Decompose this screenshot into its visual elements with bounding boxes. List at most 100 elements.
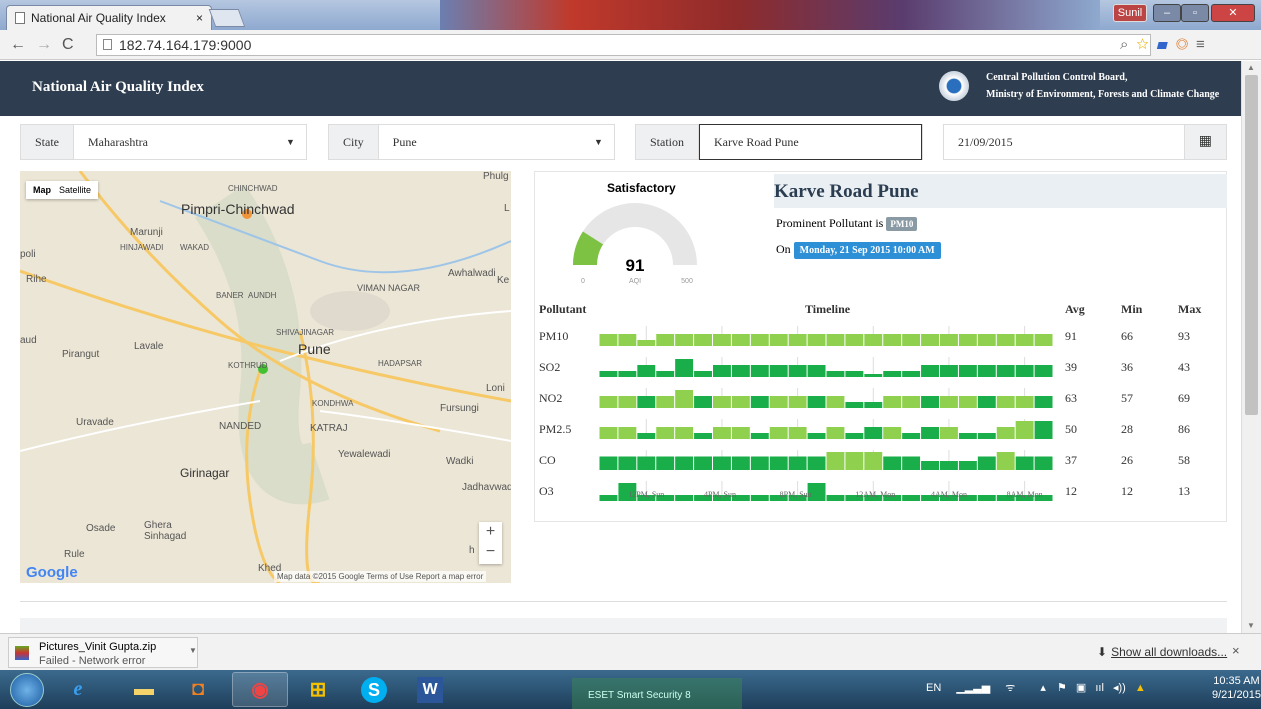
timeline-bar xyxy=(958,334,977,346)
minimize-button[interactable]: – xyxy=(1153,4,1181,22)
timeline-bar xyxy=(750,433,769,439)
timeline-bar xyxy=(637,433,656,439)
map-type-control[interactable]: Map Satellite xyxy=(26,181,99,199)
timeline-bar xyxy=(656,456,675,470)
power-icon[interactable]: ▣ xyxy=(1076,682,1086,694)
maximize-button[interactable]: ▫ xyxy=(1181,4,1209,22)
apps-icon[interactable]: ⊞ xyxy=(290,672,346,707)
extension-icon[interactable]: ▰ xyxy=(1157,36,1176,53)
city-value: Pune xyxy=(392,134,417,149)
page-scrollbar[interactable]: ▲ ▼ xyxy=(1241,61,1261,633)
word-icon[interactable]: W xyxy=(402,672,458,707)
signal-icon[interactable]: ııl xyxy=(1095,682,1104,694)
tab-title: National Air Quality Index xyxy=(31,11,166,25)
map-type-map[interactable]: Map xyxy=(33,185,51,195)
file-explorer-icon[interactable]: ▬ xyxy=(116,672,172,707)
extension-icon-2[interactable]: ◎ xyxy=(1176,36,1196,53)
pollutant-row[interactable]: SO2 39 36 43 xyxy=(539,357,1225,377)
map-label: Jadhavwad xyxy=(462,482,511,493)
timeline-bar xyxy=(883,427,902,439)
language-indicator[interactable]: EN xyxy=(926,682,941,694)
address-bar[interactable]: 182.74.164.179:9000 xyxy=(96,34,1151,56)
chrome-icon[interactable]: ◉ xyxy=(232,672,288,707)
drive-icon[interactable]: ▲ xyxy=(1135,682,1146,694)
zoom-in-button[interactable]: + xyxy=(479,522,502,542)
system-clock[interactable]: 10:35 AM 9/21/2015 xyxy=(1212,674,1261,702)
zoom-icon[interactable]: ⌕ xyxy=(1120,36,1136,53)
map-label: Wadki xyxy=(446,456,474,467)
city-select[interactable]: City Pune ▼ xyxy=(328,124,615,160)
reload-icon[interactable]: C xyxy=(62,36,74,54)
scroll-thumb[interactable] xyxy=(1245,75,1258,415)
volume-icon[interactable]: ◂)) xyxy=(1113,682,1126,694)
station-value: Karve Road Pune xyxy=(699,124,922,160)
map-attribution[interactable]: Map data ©2015 Google Terms of Use Repor… xyxy=(274,571,487,582)
show-all-downloads-link[interactable]: ⬇ Show all downloads... xyxy=(1097,645,1227,659)
close-downloads-icon[interactable]: × xyxy=(1232,643,1240,658)
system-tray[interactable]: EN ▁▂▃▅ ᯤ ▴ ⚑ ▣ ııl ◂)) ▲ xyxy=(926,680,1146,695)
pollutant-row[interactable]: NO2 63 57 69 xyxy=(539,388,1225,408)
timeline-bar xyxy=(618,396,637,408)
flag-icon[interactable]: ⚑ xyxy=(1057,682,1067,694)
timeline-bar xyxy=(826,334,845,346)
map-zoom-control[interactable]: + − xyxy=(479,522,502,564)
pollutant-row[interactable]: PM2.5 50 28 86 xyxy=(539,419,1225,439)
chevron-down-icon: ▼ xyxy=(286,137,295,147)
pollutant-min: 12 xyxy=(1121,484,1133,498)
date-picker[interactable]: 21/09/2015 ▦ xyxy=(943,124,1227,160)
pollutant-avg: 50 xyxy=(1065,422,1077,436)
profile-button[interactable]: Sunil xyxy=(1113,4,1147,22)
timeline-bar xyxy=(940,334,958,346)
timeline-bar xyxy=(694,433,712,439)
timeline-bar xyxy=(826,396,845,408)
back-icon[interactable]: ← xyxy=(10,36,26,54)
timeline-bar xyxy=(675,359,694,377)
timeline-bar xyxy=(750,495,769,501)
pollutant-row[interactable]: PM10 91 66 93 xyxy=(539,326,1225,346)
tab-close-icon[interactable]: × xyxy=(196,11,203,25)
timeline-chart xyxy=(599,419,1053,439)
station-select[interactable]: Station Karve Road Pune xyxy=(635,124,923,160)
map-label: KOTHRUD xyxy=(228,361,268,370)
toolbar-icons[interactable]: ⌕☆▰◎≡ xyxy=(1120,36,1213,53)
gauge-min: 0 xyxy=(581,278,585,285)
map-label: aud xyxy=(20,335,37,346)
timeline-bar xyxy=(864,334,883,346)
forward-icon[interactable]: → xyxy=(36,36,52,54)
download-item[interactable]: Pictures_Vinit Gupta.zip Failed - Networ… xyxy=(8,637,198,668)
state-select[interactable]: State Maharashtra ▼ xyxy=(20,124,307,160)
new-tab-button[interactable] xyxy=(208,9,246,27)
skype-icon[interactable]: S xyxy=(346,672,402,707)
chevron-down-icon[interactable]: ▼ xyxy=(189,646,197,655)
media-player-icon[interactable]: ◘ xyxy=(170,672,226,707)
map-label: Pimpri-Chinchwad xyxy=(181,201,295,217)
pollutant-avg: 12 xyxy=(1065,484,1077,498)
close-window-button[interactable]: ✕ xyxy=(1211,4,1255,22)
axis-label: 8AM, Mon xyxy=(1006,490,1043,499)
scroll-up-icon[interactable]: ▲ xyxy=(1247,63,1255,72)
tray-expand-icon[interactable]: ▴ xyxy=(1040,682,1046,694)
timeline-bar xyxy=(637,340,656,346)
wifi-icon[interactable]: ᯤ xyxy=(1005,682,1015,694)
calendar-icon[interactable]: ▦ xyxy=(1183,125,1226,159)
timeline-bar xyxy=(637,396,656,408)
timeline-bar xyxy=(1015,396,1034,408)
map-label: HADAPSAR xyxy=(378,359,423,368)
browser-tab[interactable]: National Air Quality Index × xyxy=(6,5,212,30)
timeline-bar xyxy=(845,433,864,439)
internet-explorer-icon[interactable]: e xyxy=(50,672,106,707)
zoom-out-button[interactable]: − xyxy=(479,542,502,562)
scroll-down-icon[interactable]: ▼ xyxy=(1247,621,1255,630)
timeline-bar xyxy=(1034,396,1053,408)
timeline-bar xyxy=(769,427,788,439)
timeline-bar xyxy=(618,427,637,439)
network-signal-icon[interactable]: ▁▂▃▅ xyxy=(956,682,990,694)
map-type-satellite[interactable]: Satellite xyxy=(59,185,91,195)
station-map[interactable]: Map Satellite Pimpri-Chinchwad Pune Marun… xyxy=(20,171,511,583)
gauge-max: 500 xyxy=(681,278,693,285)
menu-icon[interactable]: ≡ xyxy=(1196,36,1213,53)
start-button[interactable] xyxy=(10,673,44,707)
timeline-bar xyxy=(864,452,883,470)
pollutant-row[interactable]: CO 37 26 58 xyxy=(539,450,1225,470)
bookmark-star-icon[interactable]: ☆ xyxy=(1136,36,1156,53)
